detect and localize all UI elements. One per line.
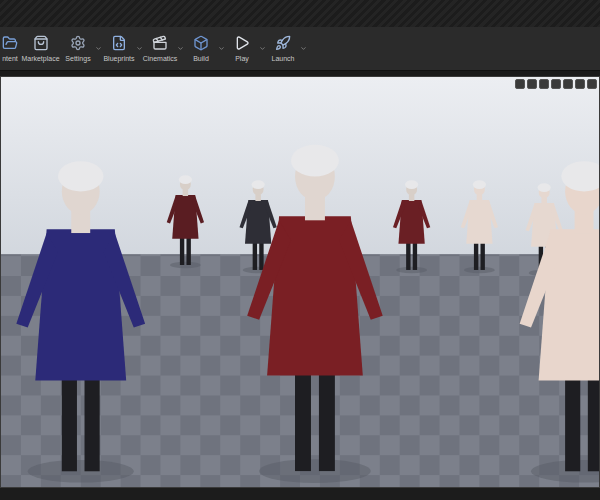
toolbar-label: Marketplace bbox=[21, 54, 59, 63]
viewport-control-button[interactable] bbox=[515, 79, 525, 89]
toolbar-button[interactable]: Settings bbox=[61, 35, 102, 63]
viewport-controls bbox=[515, 79, 597, 89]
character-figure bbox=[16, 161, 145, 482]
toolbar-button[interactable]: Build bbox=[184, 35, 225, 63]
toolbar-button[interactable]: Cinematics bbox=[143, 35, 184, 63]
dropdown-arrow-icon[interactable] bbox=[177, 45, 184, 52]
blueprint-icon bbox=[111, 35, 127, 51]
toolbar-label: Cinematics bbox=[143, 54, 178, 63]
toolbar-label: Launch bbox=[272, 54, 295, 63]
toolbar-label: Build bbox=[193, 54, 209, 63]
play-icon bbox=[234, 35, 250, 51]
clapperboard-icon bbox=[152, 35, 168, 51]
toolbar-button[interactable]: Play bbox=[225, 35, 266, 63]
character-figure bbox=[167, 175, 204, 268]
viewport-control-button[interactable] bbox=[587, 79, 597, 89]
toolbar-button[interactable]: ntent bbox=[0, 35, 20, 63]
dropdown-arrow-icon[interactable] bbox=[259, 45, 266, 52]
viewport-control-button[interactable] bbox=[575, 79, 585, 89]
viewport-control-button[interactable] bbox=[539, 79, 549, 89]
title-strip bbox=[0, 0, 600, 27]
build-icon bbox=[193, 35, 209, 51]
viewport-control-button[interactable] bbox=[527, 79, 537, 89]
bag-icon bbox=[33, 35, 49, 51]
gear-icon bbox=[70, 35, 86, 51]
toolbar-button[interactable]: Marketplace bbox=[20, 35, 61, 63]
toolbar-label: ntent bbox=[2, 54, 18, 63]
toolbar-label: Blueprints bbox=[103, 54, 134, 63]
toolbar-button[interactable]: Launch bbox=[266, 35, 307, 63]
toolbar: ntentMarketplace Settings Blueprints Cinema… bbox=[0, 27, 600, 71]
viewport-control-button[interactable] bbox=[551, 79, 561, 89]
toolbar-button[interactable]: Blueprints bbox=[102, 35, 143, 63]
dropdown-arrow-icon[interactable] bbox=[218, 45, 225, 52]
bottom-strip bbox=[0, 488, 600, 500]
character-figure bbox=[461, 180, 498, 273]
scene-drawing bbox=[1, 77, 599, 487]
toolbar-label: Play bbox=[235, 54, 249, 63]
character-figure bbox=[247, 145, 383, 483]
viewport[interactable] bbox=[0, 76, 600, 488]
viewport-control-button[interactable] bbox=[563, 79, 573, 89]
dropdown-arrow-icon[interactable] bbox=[95, 45, 102, 52]
dropdown-arrow-icon[interactable] bbox=[300, 45, 307, 52]
toolbar-label: Settings bbox=[65, 54, 90, 63]
dropdown-arrow-icon[interactable] bbox=[136, 45, 143, 52]
rocket-icon bbox=[275, 35, 291, 51]
folder-icon bbox=[2, 35, 18, 51]
character-figure bbox=[520, 161, 599, 482]
editor-window: ntentMarketplace Settings Blueprints Cinema… bbox=[0, 0, 600, 500]
character-figure bbox=[393, 180, 430, 273]
